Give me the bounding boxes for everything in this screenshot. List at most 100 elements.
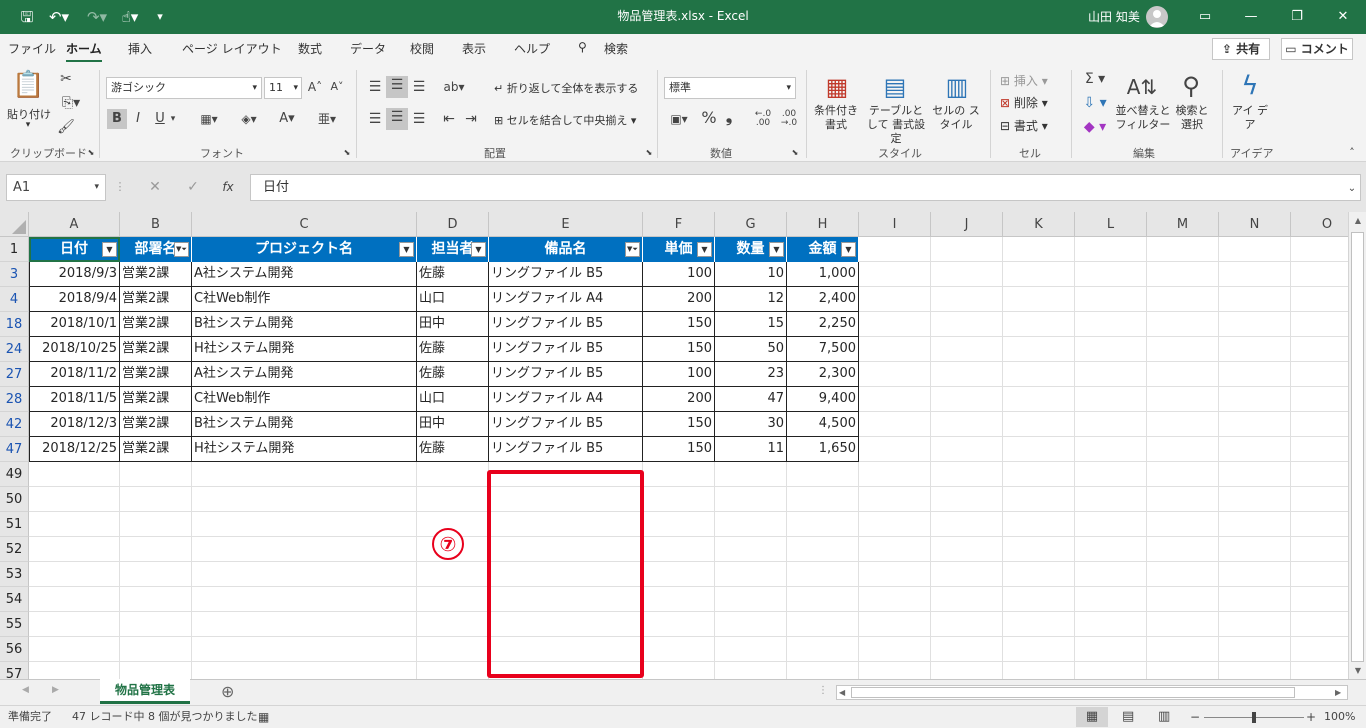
table-cell-dept[interactable]: 営業2課	[120, 312, 192, 337]
table-cell-qty[interactable]: 30	[715, 412, 787, 437]
filter-dropdown-icon[interactable]: ▼	[697, 242, 712, 257]
restore-icon[interactable]: ❐	[1274, 0, 1320, 34]
zoom-in-icon[interactable]: +	[1306, 706, 1316, 728]
table-cell-item[interactable]: リングファイル B5	[489, 312, 643, 337]
align-right-icon[interactable]: ☰	[410, 110, 428, 128]
horizontal-scrollbar[interactable]: ◀ ▶	[836, 685, 1348, 700]
table-header-cell[interactable]: 単価 ▼	[643, 237, 715, 262]
dialog-launcher-icon[interactable]: ⬊	[86, 148, 96, 158]
table-cell-qty[interactable]: 47	[715, 387, 787, 412]
save-icon[interactable]: 🖫	[16, 0, 38, 34]
filter-dropdown-icon[interactable]: ▼	[769, 242, 784, 257]
decrease-font-icon[interactable]: A˅	[328, 78, 346, 96]
table-cell-date[interactable]: 2018/12/25	[29, 437, 120, 462]
find-select-icon[interactable]: ⚲	[1176, 70, 1206, 102]
table-cell-date[interactable]: 2018/9/4	[29, 287, 120, 312]
align-bottom-icon[interactable]: ☰	[410, 78, 428, 96]
row-header[interactable]: 50	[0, 487, 29, 512]
column-header-b[interactable]: B	[120, 212, 192, 237]
table-cell-item[interactable]: リングファイル A4	[489, 387, 643, 412]
sort-filter-icon[interactable]: A⇅	[1126, 72, 1158, 102]
column-header-o[interactable]: O	[1291, 212, 1348, 237]
table-cell-project[interactable]: B社システム開発	[192, 412, 417, 437]
row-header[interactable]: 4	[0, 287, 29, 312]
minimize-icon[interactable]: —	[1228, 0, 1274, 34]
increase-decimal-icon[interactable]: ←.0.00	[752, 110, 774, 128]
ideas-button[interactable]: アイ デア	[1232, 104, 1268, 132]
dialog-launcher-icon[interactable]: ⬊	[342, 148, 352, 158]
column-header-e[interactable]: E	[489, 212, 643, 237]
table-header-cell[interactable]: 備品名 ▼⏷	[489, 237, 643, 262]
tab-review[interactable]: 校閲	[410, 40, 434, 57]
dialog-launcher-icon[interactable]: ⬊	[644, 148, 654, 158]
wrap-text-button[interactable]: ↵ 折り返して全体を表示する	[494, 80, 638, 96]
tell-me-search[interactable]: 検索	[604, 40, 628, 57]
table-cell-person[interactable]: 佐藤	[417, 362, 489, 387]
table-cell-qty[interactable]: 23	[715, 362, 787, 387]
select-all-corner[interactable]	[0, 212, 29, 237]
table-cell-price[interactable]: 150	[643, 337, 715, 362]
column-header-d[interactable]: D	[417, 212, 489, 237]
format-cells-button[interactable]: ⊟ 書式 ▾	[1000, 117, 1048, 134]
row-header[interactable]: 54	[0, 587, 29, 612]
horizontal-scroll-thumb[interactable]	[851, 687, 1295, 698]
table-cell-project[interactable]: H社システム開発	[192, 437, 417, 462]
vertical-scroll-thumb[interactable]	[1351, 232, 1364, 662]
insert-cells-button[interactable]: ⊞ 挿入 ▾	[1000, 72, 1048, 89]
table-cell-date[interactable]: 2018/9/3	[29, 262, 120, 287]
table-cell-person[interactable]: 田中	[417, 312, 489, 337]
table-cell-price[interactable]: 100	[643, 262, 715, 287]
font-color-icon[interactable]: A▾	[270, 110, 304, 128]
tab-view[interactable]: 表示	[462, 40, 486, 57]
row-header[interactable]: 55	[0, 612, 29, 637]
filter-dropdown-icon[interactable]: ▼	[841, 242, 856, 257]
table-cell-price[interactable]: 150	[643, 437, 715, 462]
table-cell-item[interactable]: リングファイル B5	[489, 337, 643, 362]
table-header-cell[interactable]: 数量 ▼	[715, 237, 787, 262]
table-cell-dept[interactable]: 営業2課	[120, 337, 192, 362]
table-header-cell[interactable]: 日付 ▼	[29, 237, 120, 262]
find-select-button[interactable]: 検索と 選択	[1172, 104, 1212, 132]
column-header-a[interactable]: A	[29, 212, 120, 237]
increase-indent-icon[interactable]: ⇥	[462, 110, 480, 128]
table-cell-project[interactable]: B社システム開発	[192, 312, 417, 337]
cell-styles-icon[interactable]: ▥	[942, 72, 972, 102]
row-header[interactable]: 28	[0, 387, 29, 412]
redo-icon[interactable]: ↷▾	[84, 0, 110, 34]
filter-applied-icon[interactable]: ▼⏷	[625, 242, 640, 257]
table-cell-item[interactable]: リングファイル B5	[489, 437, 643, 462]
tab-data[interactable]: データ	[350, 40, 386, 57]
table-cell-project[interactable]: C社Web制作	[192, 387, 417, 412]
table-cell-date[interactable]: 2018/11/5	[29, 387, 120, 412]
table-cell-dept[interactable]: 営業2課	[120, 412, 192, 437]
font-name-dropdown[interactable]: 游ゴシック ▾	[106, 77, 262, 99]
split-handle-icon[interactable]: ⋮	[818, 685, 828, 696]
formula-input[interactable]: 日付	[250, 174, 1361, 201]
vertical-scrollbar[interactable]: ▲ ▼	[1348, 212, 1366, 679]
column-header-n[interactable]: N	[1219, 212, 1291, 237]
accounting-format-icon[interactable]: ▣▾	[664, 110, 694, 128]
tab-insert[interactable]: 挿入	[128, 40, 152, 57]
delete-cells-button[interactable]: ⊠ 削除 ▾	[1000, 94, 1048, 111]
zoom-slider-thumb[interactable]	[1252, 712, 1256, 723]
underline-button[interactable]: U	[152, 110, 168, 128]
undo-icon[interactable]: ↶▾	[46, 0, 72, 34]
table-cell-person[interactable]: 佐藤	[417, 262, 489, 287]
row-header[interactable]: 49	[0, 462, 29, 487]
table-cell-project[interactable]: H社システム開発	[192, 337, 417, 362]
paste-icon[interactable]: 📋	[12, 70, 44, 102]
zoom-level[interactable]: 100%	[1324, 706, 1355, 728]
table-cell-amount[interactable]: 4,500	[787, 412, 859, 437]
name-box[interactable]: A1 ▾	[6, 174, 106, 201]
fill-color-icon[interactable]: ◈▾	[232, 110, 266, 128]
merge-center-button[interactable]: ⊞ セルを結合して中央揃え ▾	[494, 112, 636, 128]
ribbon-display-icon[interactable]: ▭	[1182, 0, 1228, 34]
table-cell-person[interactable]: 田中	[417, 412, 489, 437]
phonetic-icon[interactable]: 亜▾	[316, 110, 338, 128]
table-header-cell[interactable]: 担当者 ▼	[417, 237, 489, 262]
table-cell-price[interactable]: 150	[643, 412, 715, 437]
table-cell-amount[interactable]: 7,500	[787, 337, 859, 362]
column-header-h[interactable]: H	[787, 212, 859, 237]
italic-button[interactable]: I	[130, 110, 146, 128]
table-cell-dept[interactable]: 営業2課	[120, 287, 192, 312]
